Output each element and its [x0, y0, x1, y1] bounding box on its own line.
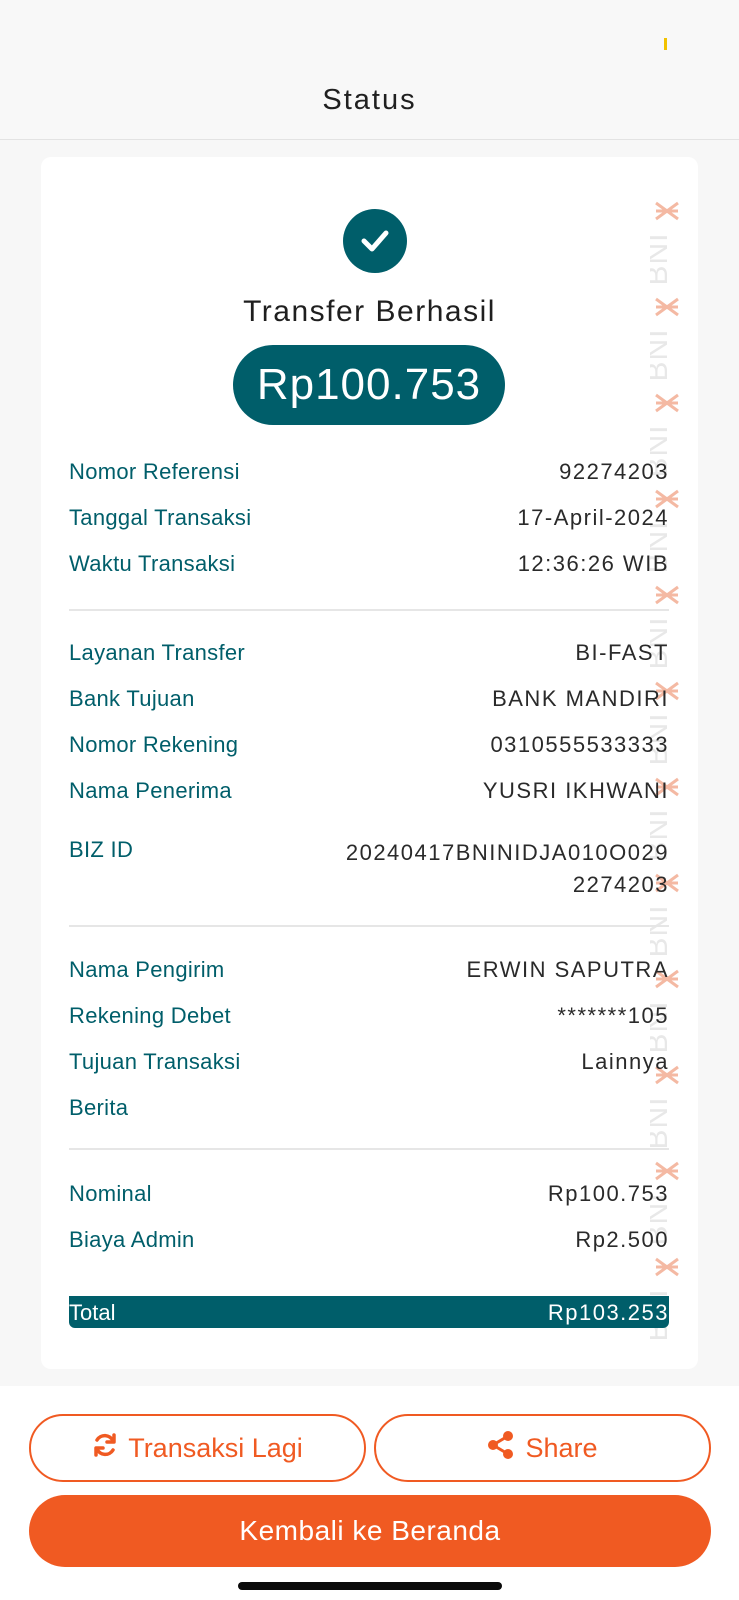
detail-value: 92274203 [559, 459, 669, 484]
detail-value: Rp100.753 [547, 1181, 669, 1206]
bni-watermark: BNI [650, 199, 684, 1339]
home-indicator [238, 1582, 502, 1590]
biz-id-value: 20240417BNINIDJA010O0292274203 [345, 840, 669, 897]
transaksi-lagi-label: Transaksi Lagi [128, 1432, 303, 1463]
detail-row: Rekening Debet *******105 [69, 1003, 669, 1037]
detail-label: Tanggal Transaksi [69, 505, 252, 530]
detail-row: BIZ ID 20240417BNINIDJA010O0292274203 [69, 837, 669, 907]
detail-row: Nominal Rp100.753 [69, 1181, 669, 1215]
status-title: Transfer Berhasil [243, 295, 496, 328]
total-value: Rp103.253 [547, 1300, 669, 1325]
detail-label: Layanan Transfer [69, 640, 246, 665]
detail-value: BI-FAST [575, 640, 669, 665]
transaksi-lagi-button[interactable]: Transaksi Lagi [29, 1414, 366, 1482]
detail-label: Biaya Admin [69, 1227, 195, 1252]
detail-row: Nomor Rekening 0310555533333 [69, 732, 669, 766]
detail-value: Rp2.500 [575, 1227, 669, 1252]
page-title: Status [322, 84, 417, 116]
detail-row: Tujuan Transaksi Lainnya [69, 1049, 669, 1083]
detail-row: Nama Penerima YUSRI IKHWANI [69, 778, 669, 812]
section-divider [69, 609, 669, 611]
battery-indicator-icon [664, 38, 667, 50]
detail-value: YUSRI IKHWANI [482, 778, 669, 803]
detail-label: Berita [69, 1095, 129, 1120]
detail-row: Berita [69, 1095, 669, 1129]
detail-value: 17-April-2024 [517, 505, 669, 530]
status-bar: 12:36 [0, 0, 739, 70]
total-row: Total Rp103.253 [69, 1296, 669, 1328]
detail-row: Waktu Transaksi 12:36:26 WIB [69, 551, 669, 585]
detail-value: ERWIN SAPUTRA [466, 957, 669, 982]
detail-row: Tanggal Transaksi 17-April-2024 [69, 505, 669, 539]
total-label: Total [69, 1300, 116, 1325]
kembali-ke-beranda-button[interactable]: Kembali ke Beranda [29, 1495, 711, 1567]
detail-value: *******105 [557, 1003, 669, 1028]
detail-row: Bank Tujuan BANK MANDIRI [69, 686, 669, 720]
detail-value: 0310555533333 [490, 732, 669, 757]
share-label: Share [525, 1432, 598, 1463]
detail-row: Nomor Referensi 92274203 [69, 459, 669, 493]
detail-label: Tujuan Transaksi [69, 1049, 241, 1074]
share-icon [487, 1430, 515, 1467]
action-footer: Transaksi Lagi Share Kembali ke Beranda [0, 1386, 739, 1600]
detail-label: Nama Pengirim [69, 957, 225, 982]
detail-label: Bank Tujuan [69, 686, 195, 711]
success-check-icon [343, 209, 407, 273]
share-button[interactable]: Share [374, 1414, 711, 1482]
detail-label: Nama Penerima [69, 778, 232, 803]
detail-value: BANK MANDIRI [492, 686, 669, 711]
amount-badge: Rp100.753 [233, 345, 505, 425]
detail-label: Nomor Referensi [69, 459, 240, 484]
section-divider [69, 925, 669, 927]
refresh-icon [92, 1432, 118, 1465]
detail-value: Lainnya [581, 1049, 669, 1074]
detail-value: 12:36:26 WIB [517, 551, 669, 576]
detail-row: Biaya Admin Rp2.500 [69, 1227, 669, 1261]
receipt-card: BNI Transfer Berhasil Rp100.753 Nomor Re… [41, 157, 698, 1369]
status-time: 12:36 [40, 28, 109, 58]
detail-label: Rekening Debet [69, 1003, 231, 1028]
detail-row: Nama Pengirim ERWIN SAPUTRA [69, 957, 669, 991]
detail-row: Layanan Transfer BI-FAST [69, 640, 669, 674]
detail-label: BIZ ID [69, 837, 134, 862]
detail-label: Nominal [69, 1181, 152, 1206]
detail-label: Waktu Transaksi [69, 551, 236, 576]
detail-label: Nomor Rekening [69, 732, 239, 757]
section-divider [69, 1148, 669, 1150]
page-header: Status [0, 62, 739, 140]
